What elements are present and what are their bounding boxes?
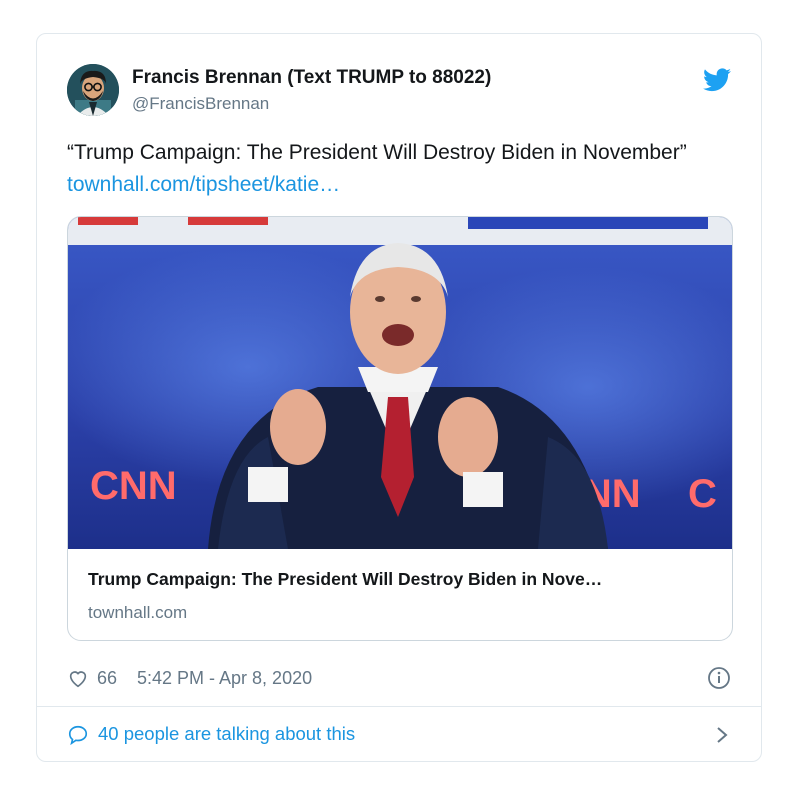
link-card[interactable]: CNN CNN C Trump Campaign: The President …: [67, 216, 733, 641]
avatar[interactable]: [67, 64, 119, 116]
like-count[interactable]: 66: [97, 668, 117, 689]
twitter-bird-icon[interactable]: [703, 68, 731, 92]
tweet-meta: 66 5:42 PM - Apr 8, 2020: [67, 666, 731, 692]
tweet-header: Francis Brennan (Text TRUMP to 88022) @F…: [67, 64, 731, 120]
talking-count-text[interactable]: 40 people are talking about this: [98, 723, 355, 745]
divider: [37, 706, 761, 707]
embedded-tweet[interactable]: Francis Brennan (Text TRUMP to 88022) @F…: [36, 33, 762, 762]
tweet-text: “Trump Campaign: The President Will Dest…: [67, 137, 707, 201]
author-handle[interactable]: @FrancisBrennan: [132, 94, 269, 114]
card-title[interactable]: Trump Campaign: The President Will Destr…: [88, 569, 602, 590]
heart-icon[interactable]: [67, 667, 89, 689]
card-image[interactable]: CNN CNN C: [68, 217, 733, 549]
speech-bubble-icon: [68, 725, 88, 746]
svg-text:C: C: [688, 472, 717, 516]
card-domain[interactable]: townhall.com: [88, 603, 187, 623]
author-name[interactable]: Francis Brennan (Text TRUMP to 88022): [132, 67, 491, 89]
conversation-link[interactable]: 40 people are talking about this: [67, 722, 731, 748]
tweet-link[interactable]: townhall.com/tipsheet/katie…: [67, 173, 340, 196]
cnn-logo-left: CNN: [90, 464, 177, 508]
info-icon[interactable]: [707, 666, 731, 690]
tweet-timestamp[interactable]: 5:42 PM - Apr 8, 2020: [137, 668, 312, 689]
tweet-text-lead: “Trump Campaign: The President Will Dest…: [67, 141, 687, 164]
chevron-right-icon[interactable]: [715, 725, 729, 745]
